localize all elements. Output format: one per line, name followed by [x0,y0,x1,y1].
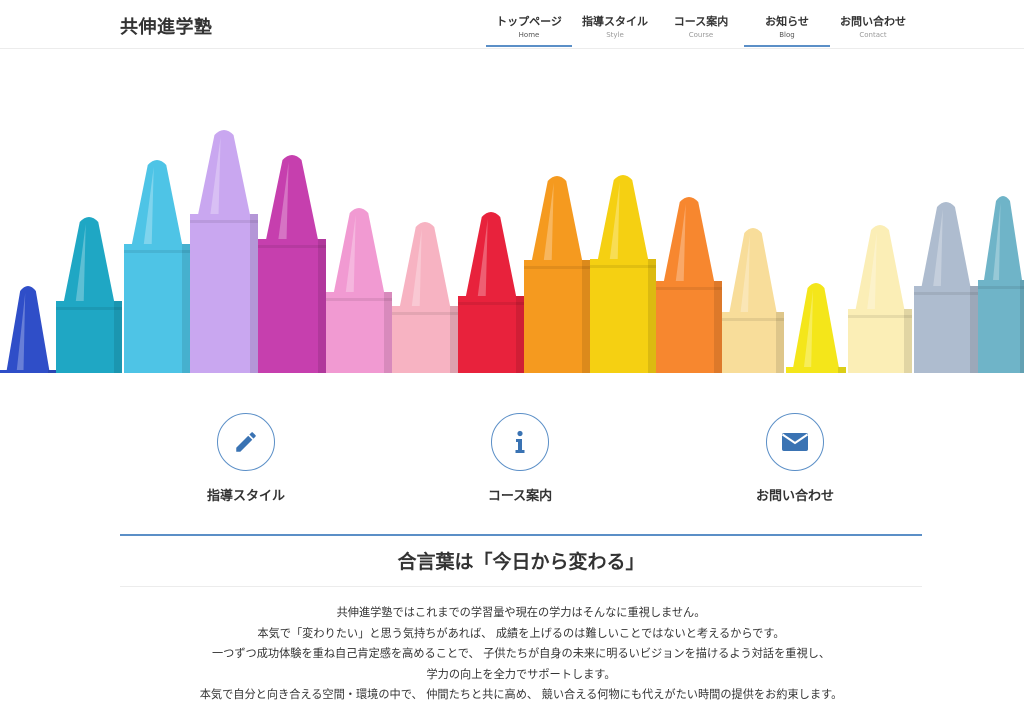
feature-label: コース案内 [487,489,553,504]
nav-label: お問い合わせ [840,15,906,28]
crayons-illustration [0,49,1024,373]
nav-sublabel: Style [606,31,624,39]
feature-icon-circle [766,413,824,471]
feature-style-link[interactable]: 指導スタイル [146,413,346,504]
nav-label: コース案内 [673,15,729,28]
nav-sublabel: Contact [859,31,887,39]
nav-sublabel: Blog [779,31,795,39]
feature-label: 指導スタイル [206,489,285,504]
nav-label: トップページ [496,15,562,28]
intro-paragraph: 一つずつ成功体験を重ね自己肯定感を高めることで、 子供たちが自身の未来に明るいビ… [211,647,831,660]
site-header: 共伸進学塾 トップページ Home 指導スタイル Style コース案内 Cou… [0,0,1024,49]
intro-paragraph: 共伸進学塾ではこれまでの学習量や現在の学力はそんなに重視しません。 [336,606,706,619]
nav-item-course[interactable]: コース案内 Course [658,0,744,47]
section-title: 合言葉は「今日から変わる」 [397,551,645,573]
nav-item-blog[interactable]: お知らせ Blog [744,0,830,47]
feature-icon-circle [491,413,549,471]
intro-paragraph: 学力の向上を全力でサポートします。 [426,667,616,681]
nav-item-home[interactable]: トップページ Home [486,0,572,47]
feature-icon-circle [217,413,275,471]
envelope-icon [781,433,809,451]
global-nav: トップページ Home 指導スタイル Style コース案内 Course お知… [486,0,916,47]
intro-paragraph: 本気で自分と向き合える空間・環境の中で、 仲間たちと共に高め、 競い合える何物に… [199,688,843,701]
nav-label: 指導スタイル [582,15,648,28]
nav-label: お知らせ [765,15,809,28]
feature-course-link[interactable]: コース案内 [420,413,620,504]
intro-paragraph: 本気で「変わりたい」と思う気持ちがあれば、 成績を上げるのは難しいことではないと… [257,626,785,640]
nav-sublabel: Course [688,31,714,39]
feature-contact-link[interactable]: お問い合わせ [695,413,895,504]
nav-sublabel: Home [518,31,540,39]
pencil-icon [236,432,256,452]
site-title[interactable]: 共伸進学塾 [120,13,213,39]
feature-links: 指導スタイル コース案内 お問い合わせ [0,413,1024,513]
nav-item-contact[interactable]: お問い合わせ Contact [830,0,916,47]
feature-label: お問い合わせ [755,489,834,504]
nav-item-style[interactable]: 指導スタイル Style [572,0,658,47]
info-icon [515,430,525,453]
section-heading: 合言葉は「今日から変わる」 [120,534,922,587]
intro-text: 共伸進学塾ではこれまでの学習量や現在の学力はそんなに重視しません。 本気で「変わ… [120,603,922,706]
hero-crayons-image [0,49,1024,373]
